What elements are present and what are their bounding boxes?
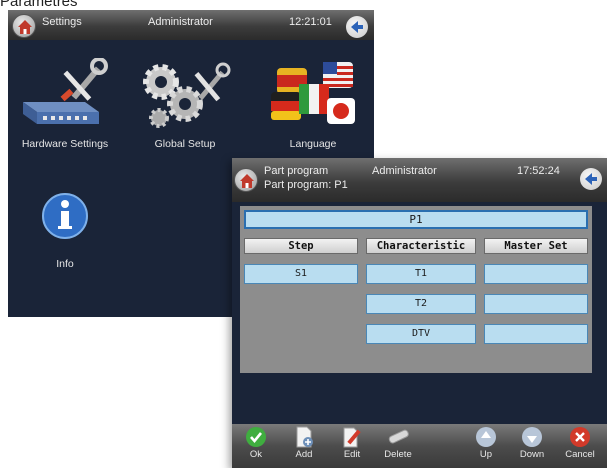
arrow-up-icon [476, 427, 496, 447]
part-program-back-button[interactable] [580, 168, 602, 190]
tile-language-label: Language [289, 138, 337, 150]
home-icon [240, 174, 254, 188]
cancel-x-icon [570, 427, 590, 447]
characteristic-cell[interactable]: T2 [366, 294, 476, 314]
hardware-tools-icon [23, 58, 108, 124]
tile-global-setup[interactable]: Global Setup [130, 58, 240, 150]
edit-pencil-icon [343, 427, 361, 448]
delete-eraser-icon [388, 429, 409, 444]
page-heading: Paramètres [0, 0, 78, 10]
settings-title: Settings [42, 16, 82, 28]
ok-check-icon [246, 427, 266, 447]
add-button[interactable]: Add [282, 426, 326, 460]
back-arrow-icon [351, 21, 363, 33]
tile-info[interactable]: Info [10, 188, 120, 270]
home-icon [18, 20, 32, 34]
column-header-step: Step [244, 238, 358, 254]
gears-icon [143, 62, 231, 128]
characteristic-cell[interactable]: DTV [366, 324, 476, 344]
part-program-grid: P1 Step Characteristic Master Set S1 T1 … [240, 206, 592, 373]
tile-global-setup-label: Global Setup [154, 138, 216, 150]
ok-label: Ok [249, 449, 263, 460]
settings-time: 12:21:01 [289, 16, 332, 28]
down-button[interactable]: Down [510, 426, 554, 460]
part-program-user: Administrator [372, 165, 437, 177]
home-button[interactable] [234, 168, 258, 192]
add-page-icon [296, 426, 313, 448]
arrow-down-icon [522, 427, 542, 447]
characteristic-cell[interactable]: T1 [366, 264, 476, 284]
down-label: Down [519, 449, 545, 460]
tile-hardware-settings-label: Hardware Settings [21, 138, 109, 150]
edit-button[interactable]: Edit [330, 426, 374, 460]
part-program-time: 17:52:24 [517, 165, 560, 177]
part-program-subtitle: Part program: P1 [264, 179, 348, 191]
tile-info-label: Info [56, 258, 74, 270]
master-set-cell[interactable] [484, 294, 588, 314]
program-name-field[interactable]: P1 [244, 210, 588, 229]
tile-language[interactable]: Language [258, 58, 368, 150]
home-button[interactable] [12, 14, 36, 38]
step-cell[interactable]: S1 [244, 264, 358, 284]
up-label: Up [479, 449, 493, 460]
master-set-cell[interactable] [484, 324, 588, 344]
delete-button[interactable]: Delete [376, 426, 420, 460]
part-program-title: Part program [264, 165, 329, 177]
part-program-titlebar: Part program Part program: P1 Administra… [232, 158, 607, 202]
column-header-characteristic: Characteristic [366, 238, 476, 254]
settings-back-button[interactable] [346, 16, 368, 38]
flags-icon [271, 62, 355, 124]
cancel-button[interactable]: Cancel [558, 426, 602, 460]
master-set-cell[interactable] [484, 264, 588, 284]
settings-titlebar: Settings Administrator 12:21:01 [8, 10, 374, 40]
cancel-label: Cancel [565, 449, 595, 460]
up-button[interactable]: Up [464, 426, 508, 460]
info-icon [42, 193, 88, 239]
column-header-master-set: Master Set [484, 238, 588, 254]
tile-hardware-settings[interactable]: Hardware Settings [10, 58, 120, 150]
settings-user: Administrator [148, 16, 213, 28]
back-arrow-icon [585, 173, 597, 185]
part-program-window: Part program Part program: P1 Administra… [232, 158, 607, 468]
ok-button[interactable]: Ok [234, 426, 278, 460]
delete-label: Delete [384, 449, 412, 460]
add-label: Add [295, 449, 313, 460]
edit-label: Edit [343, 449, 361, 460]
bottom-toolbar: Ok Add Edit Delete Up Down Cancel [232, 424, 607, 468]
